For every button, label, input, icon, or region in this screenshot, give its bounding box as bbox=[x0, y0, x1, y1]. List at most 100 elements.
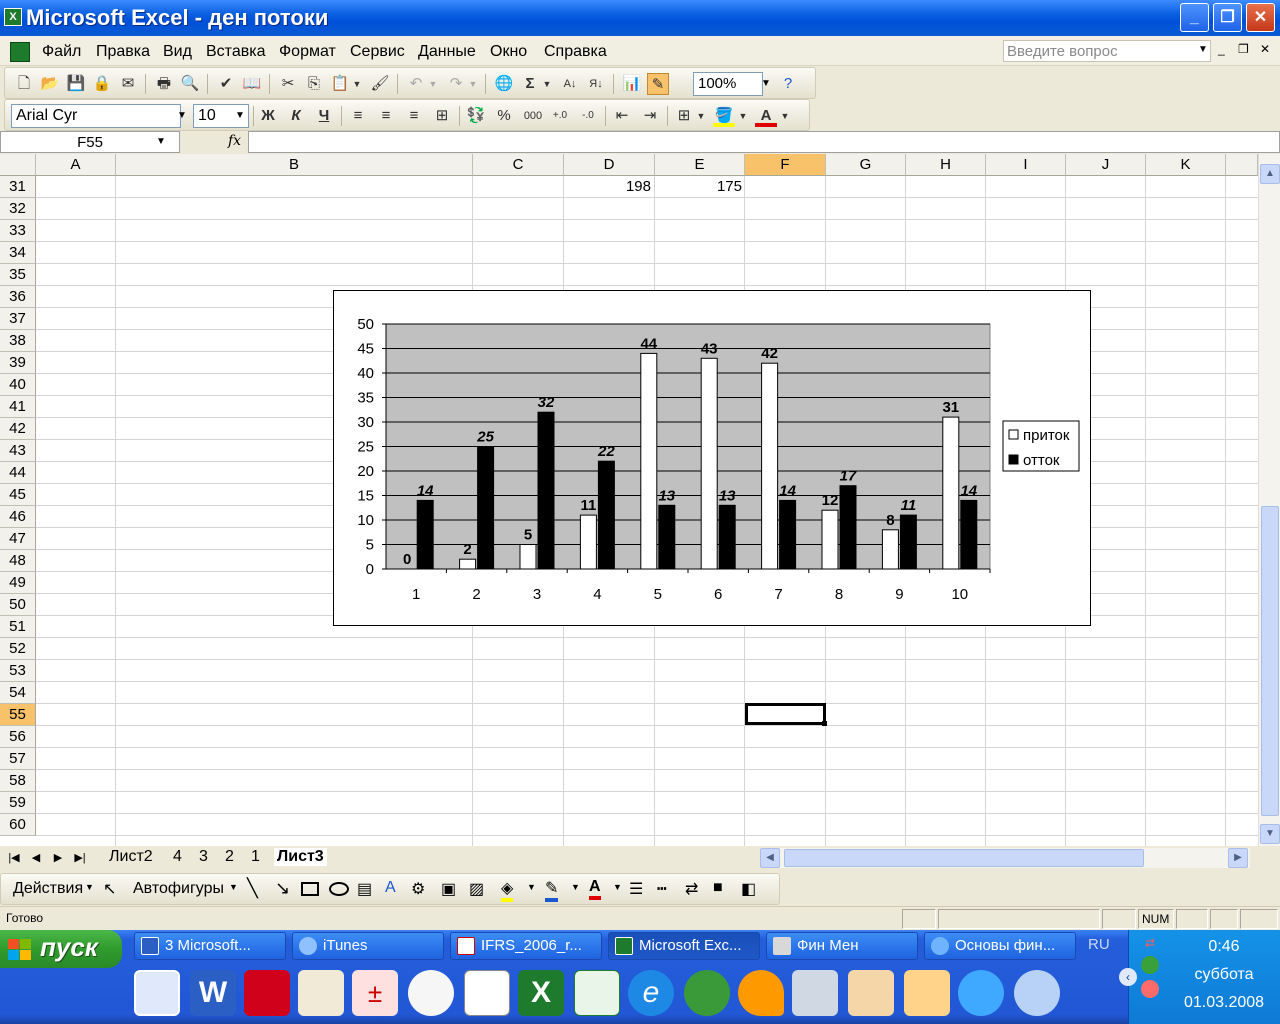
scroll-icon[interactable] bbox=[298, 970, 344, 1016]
3d-style-icon[interactable]: ◧ bbox=[741, 879, 756, 899]
row-header[interactable]: 42 bbox=[0, 418, 36, 440]
network-icon[interactable] bbox=[792, 970, 838, 1016]
row-header[interactable]: 53 bbox=[0, 660, 36, 682]
row-header[interactable]: 33 bbox=[0, 220, 36, 242]
sheet-tab-2[interactable]: 2 bbox=[222, 848, 237, 866]
fill-draw-dropdown-icon[interactable]: ▼ bbox=[527, 882, 536, 892]
redo-dropdown-icon[interactable]: ▼ bbox=[467, 73, 479, 95]
comma-style-button[interactable]: 000 bbox=[519, 105, 547, 127]
align-left-icon[interactable]: ≡ bbox=[347, 105, 369, 127]
task-itunes[interactable]: iTunes bbox=[292, 932, 444, 960]
underline-button[interactable]: Ч bbox=[313, 105, 335, 127]
new-icon[interactable]: 🗋 bbox=[13, 73, 35, 95]
row-header[interactable]: 60 bbox=[0, 814, 36, 836]
name-box-dropdown-icon[interactable]: ▼ bbox=[156, 136, 166, 147]
paint-icon[interactable] bbox=[848, 970, 894, 1016]
redo-icon[interactable]: ↷ bbox=[445, 73, 467, 95]
sheet-tab-4[interactable]: 4 bbox=[170, 848, 185, 866]
menu-data[interactable]: Данные bbox=[418, 43, 476, 61]
formula-input[interactable] bbox=[248, 131, 1280, 153]
row-header[interactable]: 32 bbox=[0, 198, 36, 220]
doc-restore-icon[interactable]: ❐ bbox=[1238, 42, 1249, 56]
menu-insert[interactable]: Вставка bbox=[206, 43, 265, 61]
minimize-button[interactable]: _ bbox=[1180, 3, 1209, 32]
column-header-h[interactable]: H bbox=[906, 154, 986, 176]
row-header[interactable]: 52 bbox=[0, 638, 36, 660]
line-color-dropdown-icon[interactable]: ▼ bbox=[571, 882, 580, 892]
percent-button[interactable]: % bbox=[493, 105, 515, 127]
email-icon[interactable]: ✉ bbox=[117, 73, 139, 95]
sheet-tab-3[interactable]: 3 bbox=[196, 848, 211, 866]
bold-button[interactable]: Ж bbox=[257, 105, 279, 127]
row-header[interactable]: 55 bbox=[0, 704, 36, 726]
font-color-draw-icon[interactable]: A bbox=[589, 878, 601, 900]
permission-icon[interactable]: 🔒 bbox=[91, 73, 113, 95]
column-header-i[interactable]: I bbox=[986, 154, 1066, 176]
sheet-tab-1[interactable]: 1 bbox=[248, 848, 263, 866]
menu-help[interactable]: Справка bbox=[544, 43, 607, 61]
excel-app-icon[interactable]: X bbox=[4, 8, 22, 26]
row-header[interactable]: 54 bbox=[0, 682, 36, 704]
scroll-down-icon[interactable]: ▼ bbox=[1260, 824, 1280, 844]
autoshapes-menu[interactable]: Автофигуры bbox=[133, 880, 224, 898]
home-icon[interactable] bbox=[904, 970, 950, 1016]
menu-view[interactable]: Вид bbox=[163, 43, 192, 61]
horizontal-scrollbar[interactable]: ◀ ▶ bbox=[760, 848, 1250, 868]
help-icon[interactable]: ? bbox=[777, 73, 799, 95]
fill-color-icon[interactable]: 🪣 bbox=[713, 105, 735, 127]
copy-icon[interactable]: ⎘ bbox=[303, 73, 325, 95]
internet-explorer-icon[interactable]: e bbox=[628, 970, 674, 1016]
picture-icon[interactable]: ▨ bbox=[469, 879, 484, 899]
borders-icon[interactable]: ⊞ bbox=[673, 105, 695, 127]
column-header-k[interactable]: K bbox=[1146, 154, 1226, 176]
scroll-left-icon[interactable]: ◀ bbox=[760, 848, 780, 868]
increase-indent-icon[interactable]: ⇥ bbox=[639, 105, 661, 127]
scroll-right-icon[interactable]: ▶ bbox=[1228, 848, 1248, 868]
messenger-icon[interactable] bbox=[958, 970, 1004, 1016]
font-dropdown-icon[interactable]: ▼ bbox=[175, 106, 189, 126]
row-header[interactable]: 35 bbox=[0, 264, 36, 286]
horizontal-scroll-thumb[interactable] bbox=[784, 849, 1144, 867]
research-icon[interactable]: 📖 bbox=[241, 73, 263, 95]
row-header[interactable]: 41 bbox=[0, 396, 36, 418]
row-header[interactable]: 44 bbox=[0, 462, 36, 484]
row-header[interactable]: 38 bbox=[0, 330, 36, 352]
oval-icon[interactable] bbox=[329, 882, 349, 896]
row-header[interactable]: 43 bbox=[0, 440, 36, 462]
open-icon[interactable]: 📂 bbox=[39, 73, 61, 95]
row-header[interactable]: 51 bbox=[0, 616, 36, 638]
zoom-combo[interactable]: 100% bbox=[693, 72, 763, 96]
hyperlink-icon[interactable]: 🌐 bbox=[493, 73, 515, 95]
row-header[interactable]: 48 bbox=[0, 550, 36, 572]
task-word[interactable]: 3 Microsoft... bbox=[134, 932, 286, 960]
save-icon[interactable]: 💾 bbox=[65, 73, 87, 95]
row-header[interactable]: 36 bbox=[0, 286, 36, 308]
wordart-icon[interactable]: A bbox=[385, 879, 396, 897]
row-header[interactable]: 50 bbox=[0, 594, 36, 616]
column-header-f[interactable]: F bbox=[745, 154, 826, 176]
name-box[interactable]: F55 bbox=[0, 131, 180, 153]
active-cell-f55[interactable] bbox=[745, 703, 827, 726]
excel-file-icon[interactable] bbox=[574, 970, 620, 1016]
shadow-style-icon[interactable]: ■ bbox=[713, 879, 723, 897]
clock-time[interactable]: 0:46 bbox=[1169, 938, 1279, 956]
next-sheet-icon[interactable]: ▶ bbox=[50, 850, 66, 866]
decrease-decimal-icon[interactable]: -.0 bbox=[577, 105, 599, 127]
font-color-icon[interactable]: A bbox=[755, 105, 777, 127]
vertical-scrollbar[interactable]: ▲ ▼ bbox=[1258, 154, 1280, 846]
column-header-b[interactable]: B bbox=[116, 154, 473, 176]
row-header[interactable]: 34 bbox=[0, 242, 36, 264]
chart-wizard-icon[interactable]: 📊 bbox=[621, 73, 643, 95]
column-header-g[interactable]: G bbox=[826, 154, 906, 176]
first-sheet-icon[interactable]: |◀ bbox=[6, 850, 22, 866]
font-size-dropdown-icon[interactable]: ▼ bbox=[233, 106, 247, 126]
align-right-icon[interactable]: ≡ bbox=[403, 105, 425, 127]
scroll-up-icon[interactable]: ▲ bbox=[1260, 164, 1280, 184]
paste-dropdown-icon[interactable]: ▼ bbox=[351, 73, 363, 95]
workbook-icon[interactable] bbox=[10, 42, 30, 62]
row-header[interactable]: 46 bbox=[0, 506, 36, 528]
line-color-icon[interactable]: ✎ bbox=[545, 878, 559, 902]
align-center-icon[interactable]: ≡ bbox=[375, 105, 397, 127]
network-tray-icon[interactable]: ⇄ bbox=[1141, 936, 1159, 950]
autosum-dropdown-icon[interactable]: ▼ bbox=[541, 73, 553, 95]
